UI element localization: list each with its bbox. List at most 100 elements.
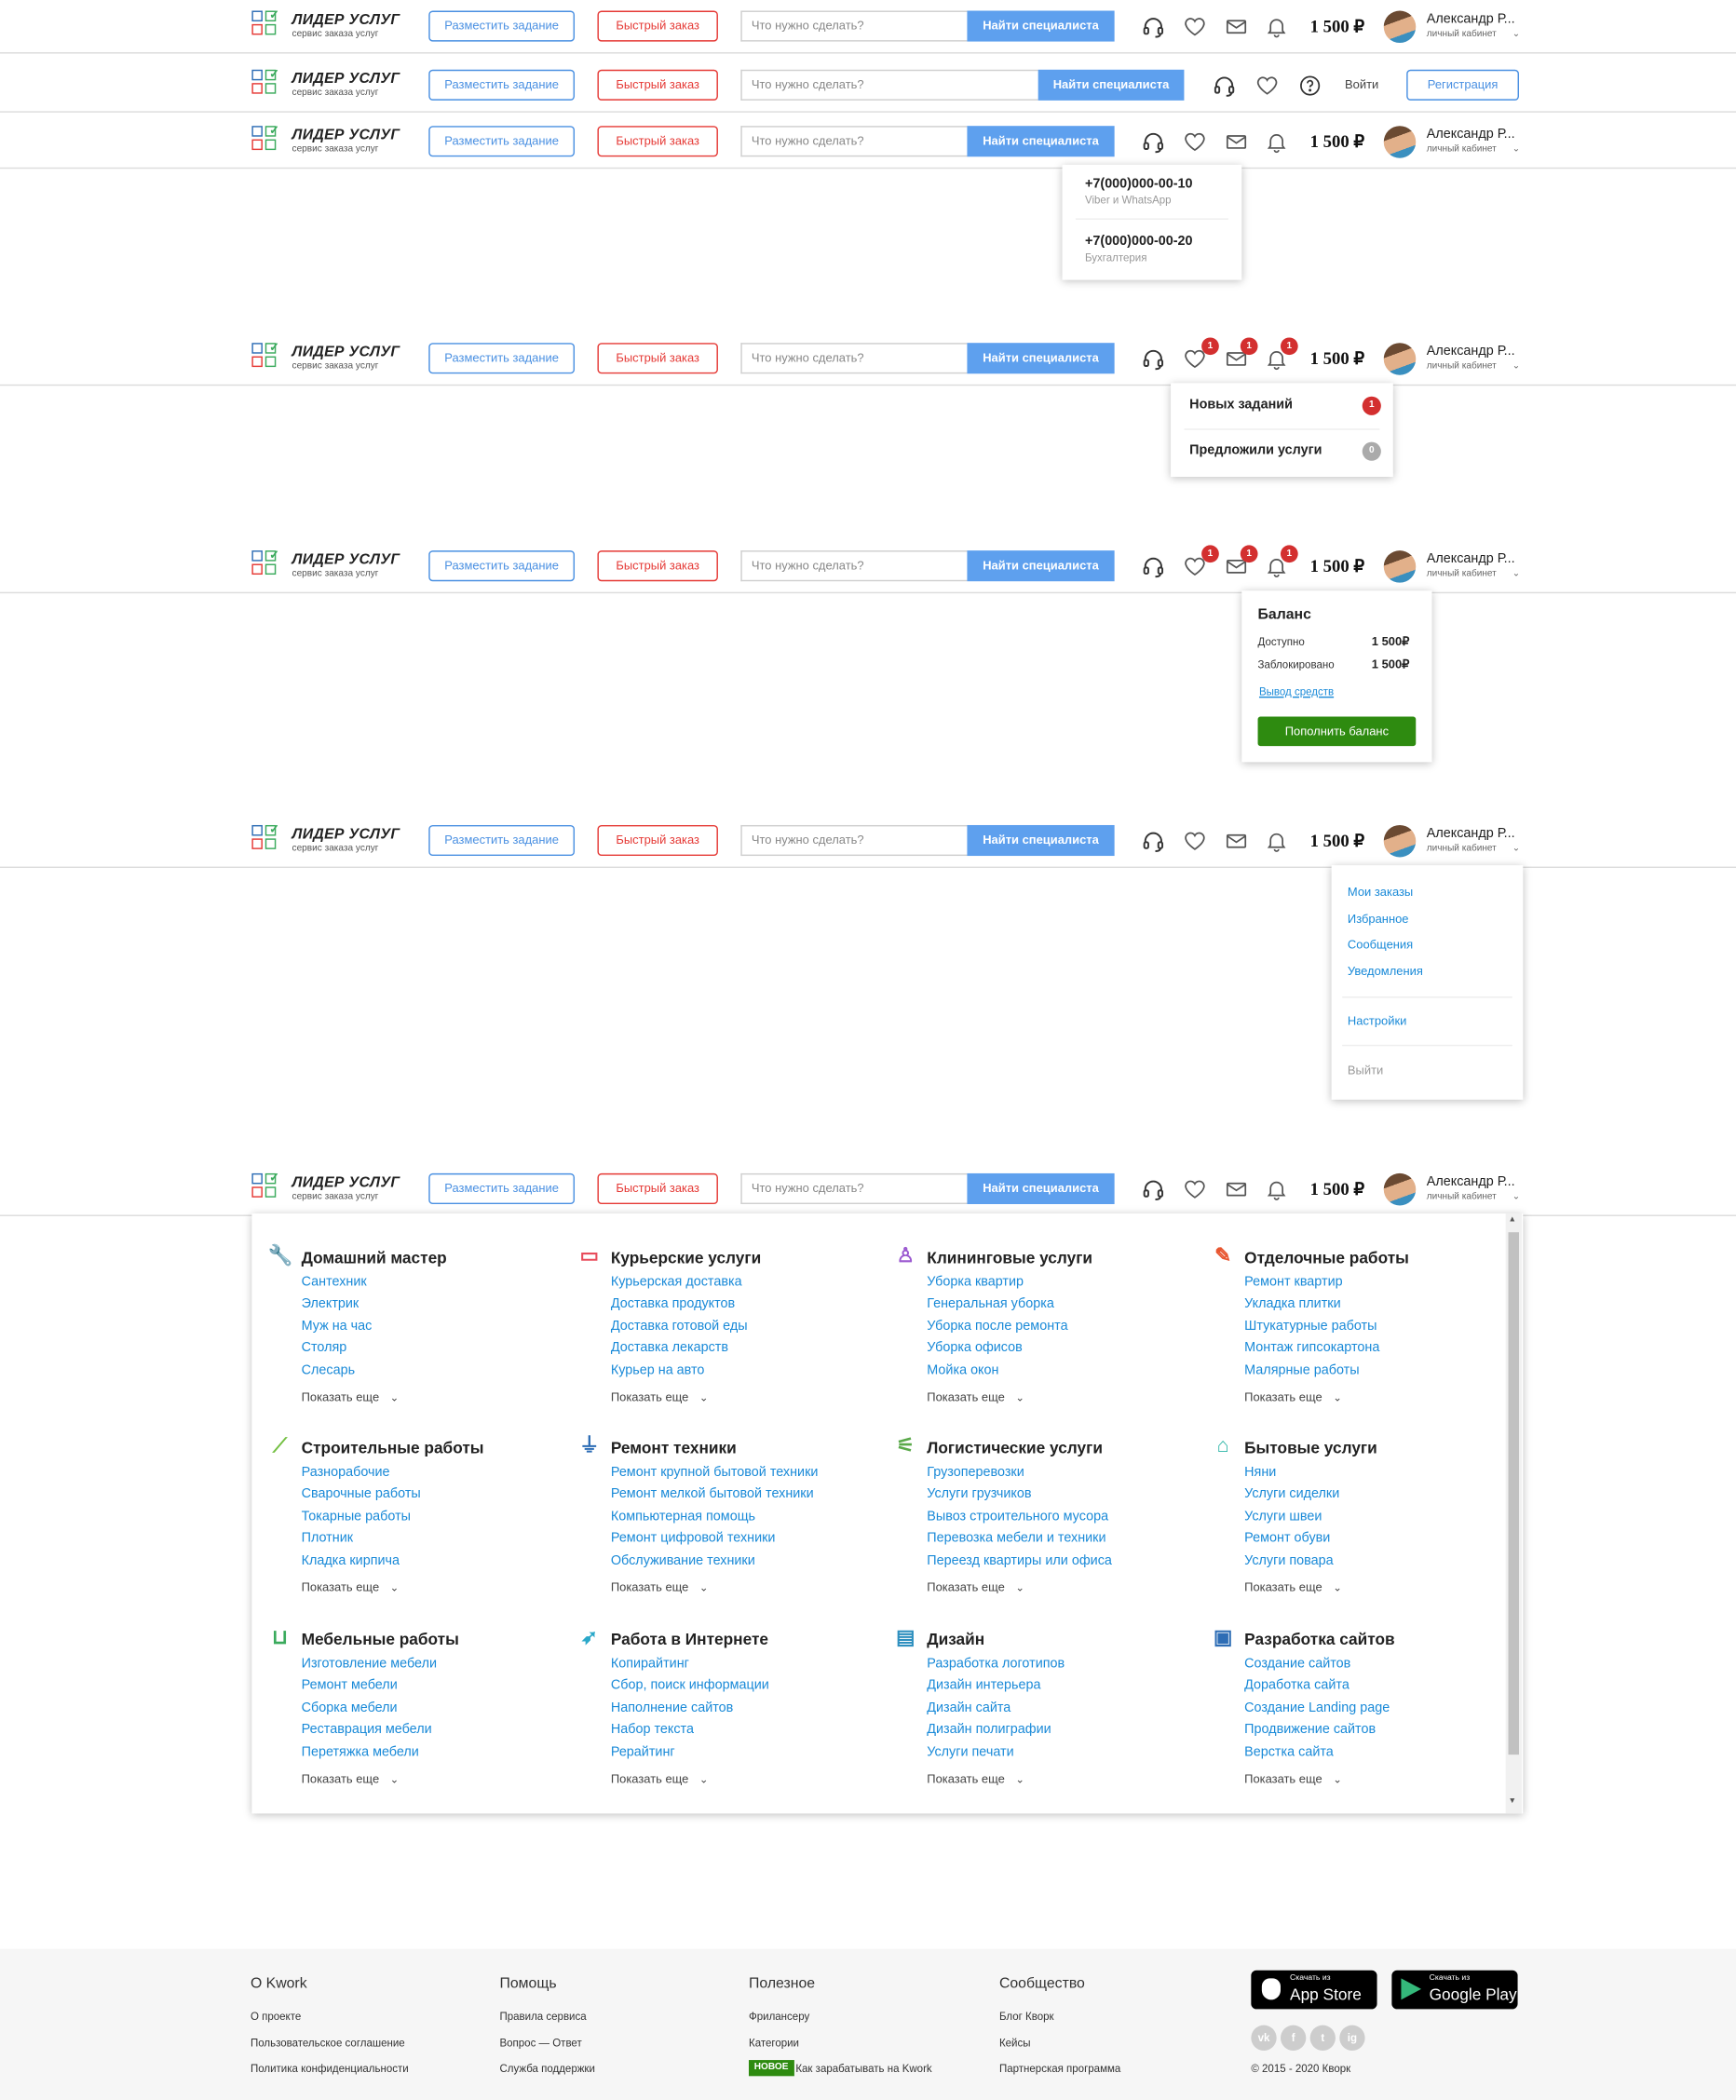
show-more-button[interactable]: Показать еще ⌄ — [1244, 1580, 1342, 1593]
category-link[interactable]: Наполнение сайтов — [611, 1698, 769, 1720]
category-title[interactable]: Дизайн — [927, 1630, 984, 1648]
category-link[interactable]: Дизайн интерьера — [927, 1676, 1065, 1699]
category-link[interactable]: Штукатурные работы — [1244, 1317, 1379, 1339]
category-link[interactable]: Грузоперевозки — [927, 1463, 1112, 1485]
footer-link[interactable]: Категории — [749, 2037, 799, 2049]
support-headset-icon[interactable] — [1213, 74, 1237, 98]
category-link[interactable]: Кладка кирпича — [302, 1551, 421, 1573]
cabinet-label[interactable]: личный кабинет — [1427, 569, 1497, 578]
category-link[interactable]: Компьютерная помощь — [611, 1507, 819, 1529]
category-link[interactable]: Доставка продуктов — [611, 1294, 748, 1317]
scrollbar-thumb[interactable] — [1508, 1232, 1520, 1755]
category-title[interactable]: Домашний мастер — [302, 1248, 447, 1267]
user-name[interactable]: Александр Р... — [1427, 552, 1515, 567]
quick-order-button[interactable]: Быстрый заказ — [597, 69, 718, 101]
support-headset-icon[interactable] — [1141, 554, 1165, 578]
login-link[interactable]: Войти — [1345, 77, 1378, 90]
cabinet-label[interactable]: личный кабинет — [1427, 361, 1497, 371]
chevron-down-icon[interactable]: ⌄ — [1512, 568, 1520, 578]
notifications-bell-icon[interactable] — [1265, 130, 1289, 155]
tasks-popup-item[interactable]: Предложили услуги — [1189, 443, 1322, 458]
brand-logo[interactable]: ✓ ЛИДЕР УСЛУГ сервис заказа услуг — [251, 8, 426, 44]
user-name[interactable]: Александр Р... — [1427, 826, 1515, 841]
category-link[interactable]: Няни — [1244, 1463, 1339, 1485]
search-input[interactable]: Что нужно сделать? — [740, 10, 968, 42]
search-input[interactable]: Что нужно сделать? — [740, 343, 968, 374]
quick-order-button[interactable]: Быстрый заказ — [597, 10, 718, 42]
show-more-button[interactable]: Показать еще ⌄ — [927, 1580, 1024, 1593]
category-link[interactable]: Уборка офисов — [927, 1338, 1067, 1361]
category-link[interactable]: Слесарь — [302, 1361, 373, 1383]
support-headset-icon[interactable] — [1141, 829, 1165, 853]
category-link[interactable]: Обслуживание техники — [611, 1551, 819, 1573]
category-link[interactable]: Доставка готовой еды — [611, 1317, 748, 1339]
category-link[interactable]: Набор текста — [611, 1720, 769, 1742]
search-button[interactable]: Найти специалиста — [967, 10, 1115, 42]
category-link[interactable]: Ремонт квартир — [1244, 1272, 1379, 1294]
category-link[interactable]: Генеральная уборка — [927, 1294, 1067, 1317]
category-link[interactable]: Ремонт мебели — [302, 1676, 437, 1699]
category-link[interactable]: Сборка мебели — [302, 1698, 437, 1720]
show-more-button[interactable]: Показать еще ⌄ — [1244, 1390, 1342, 1403]
notifications-bell-icon[interactable] — [1265, 1177, 1289, 1201]
post-task-button[interactable]: Разместить задание — [428, 1172, 576, 1205]
footer-link[interactable]: Блог Кворк — [999, 2011, 1054, 2023]
category-link[interactable]: Услуги швеи — [1244, 1507, 1339, 1529]
phone-number[interactable]: +7(000)000-00-20 — [1085, 235, 1193, 250]
search-button[interactable]: Найти специалиста — [967, 126, 1115, 157]
notifications-bell-icon[interactable] — [1265, 829, 1289, 853]
user-name[interactable]: Александр Р... — [1427, 12, 1515, 27]
category-title[interactable]: Разработка сайтов — [1244, 1630, 1394, 1648]
search-input[interactable]: Что нужно сделать? — [740, 126, 968, 157]
notifications-bell-icon[interactable] — [1265, 15, 1289, 39]
show-more-button[interactable]: Показать еще ⌄ — [302, 1390, 400, 1403]
footer-link[interactable]: Вопрос — Ответ — [499, 2037, 581, 2049]
category-title[interactable]: Бытовые услуги — [1244, 1439, 1377, 1457]
chevron-down-icon[interactable]: ⌄ — [1512, 1191, 1520, 1201]
cabinet-label[interactable]: личный кабинет — [1427, 30, 1497, 39]
category-link[interactable]: Доработка сайта — [1244, 1676, 1390, 1699]
google-play-button[interactable]: Скачать из Google Play — [1391, 1970, 1518, 2010]
user-menu-item[interactable]: Уведомления — [1348, 964, 1423, 977]
category-title[interactable]: Работа в Интернете — [611, 1630, 768, 1648]
quick-order-button[interactable]: Быстрый заказ — [597, 824, 718, 857]
balance-amount[interactable]: 1 500 ₽ — [1310, 1179, 1365, 1200]
show-more-button[interactable]: Показать еще ⌄ — [927, 1390, 1024, 1403]
show-more-button[interactable]: Показать еще ⌄ — [302, 1772, 400, 1785]
category-link[interactable]: Ремонт цифровой техники — [611, 1528, 819, 1551]
tasks-popup-item[interactable]: Новых заданий — [1189, 398, 1293, 413]
category-title[interactable]: Клининговые услуги — [927, 1248, 1092, 1267]
messages-mail-icon[interactable] — [1225, 829, 1249, 853]
post-task-button[interactable]: Разместить задание — [428, 550, 576, 582]
favorites-heart-icon[interactable] — [1183, 1177, 1207, 1201]
category-link[interactable]: Продвижение сайтов — [1244, 1720, 1390, 1742]
search-input[interactable]: Что нужно сделать? — [740, 550, 968, 582]
category-link[interactable]: Рерайтинг — [611, 1742, 769, 1765]
social-t-icon[interactable]: t — [1309, 2025, 1336, 2051]
category-link[interactable]: Создание Landing page — [1244, 1698, 1390, 1720]
category-link[interactable]: Изготовление мебели — [302, 1654, 437, 1676]
footer-link[interactable]: Фрилансеру — [749, 2011, 809, 2023]
show-more-button[interactable]: Показать еще ⌄ — [302, 1580, 400, 1593]
show-more-button[interactable]: Показать еще ⌄ — [1244, 1772, 1342, 1785]
show-more-button[interactable]: Показать еще ⌄ — [611, 1580, 709, 1593]
category-link[interactable]: Разработка логотипов — [927, 1654, 1065, 1676]
post-task-button[interactable]: Разместить задание — [428, 343, 576, 374]
user-avatar[interactable] — [1383, 824, 1417, 858]
user-avatar[interactable] — [1383, 1172, 1417, 1206]
support-headset-icon[interactable] — [1141, 130, 1165, 155]
category-link[interactable]: Дизайн сайта — [927, 1698, 1065, 1720]
footer-link[interactable]: О проекте — [251, 2011, 301, 2023]
footer-link[interactable]: Служба поддержки — [499, 2063, 594, 2075]
category-title[interactable]: Логистические услуги — [927, 1439, 1103, 1457]
category-link[interactable]: Разнорабочие — [302, 1463, 421, 1485]
brand-logo[interactable]: ✓ ЛИДЕР УСЛУГ сервис заказа услуг — [251, 1171, 426, 1206]
balance-amount[interactable]: 1 500 ₽ — [1310, 556, 1365, 577]
scroll-up-icon[interactable]: ▲ — [1508, 1216, 1516, 1225]
cabinet-label[interactable]: личный кабинет — [1427, 1192, 1497, 1201]
category-link[interactable]: Укладка плитки — [1244, 1294, 1379, 1317]
category-link[interactable]: Курьер на авто — [611, 1361, 748, 1383]
category-link[interactable]: Перетяжка мебели — [302, 1742, 437, 1765]
brand-logo[interactable]: ✓ ЛИДЕР УСЛУГ сервис заказа услуг — [251, 340, 426, 375]
search-button[interactable]: Найти специалиста — [1038, 69, 1185, 101]
